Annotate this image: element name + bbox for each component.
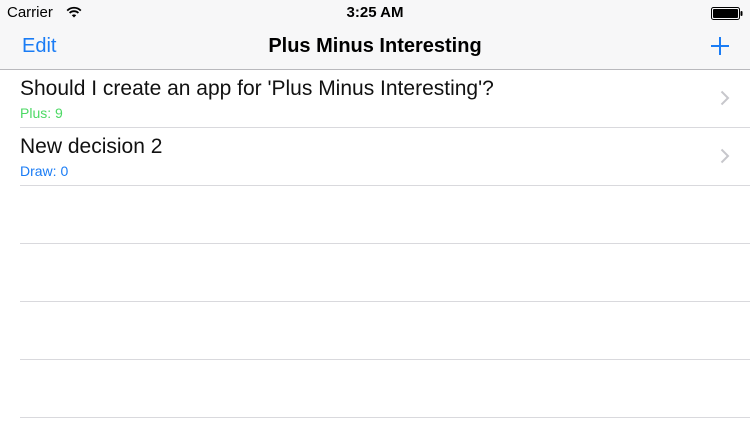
top-bar: Carrier 3:25 AM Edit Plus Minus Interest… bbox=[0, 0, 750, 70]
decision-row[interactable]: New decision 2 Draw: 0 bbox=[20, 128, 750, 186]
empty-row bbox=[20, 186, 750, 244]
status-bar: Carrier 3:25 AM bbox=[0, 0, 750, 28]
nav-title: Plus Minus Interesting bbox=[268, 35, 482, 57]
navigation-bar: Edit Plus Minus Interesting bbox=[0, 28, 750, 69]
decision-status: Plus: 9 bbox=[20, 105, 63, 121]
app-screen: Carrier 3:25 AM Edit Plus Minus Interest… bbox=[0, 0, 750, 423]
decision-title: Should I create an app for 'Plus Minus I… bbox=[20, 77, 494, 100]
plus-icon[interactable] bbox=[708, 34, 732, 58]
decision-list: Should I create an app for 'Plus Minus I… bbox=[0, 70, 750, 418]
chevron-right-icon bbox=[720, 148, 730, 164]
empty-row bbox=[20, 302, 750, 360]
decision-status: Draw: 0 bbox=[20, 163, 69, 179]
status-time: 3:25 AM bbox=[346, 4, 404, 21]
battery-icon bbox=[711, 7, 743, 20]
chevron-right-icon bbox=[720, 90, 730, 106]
empty-row bbox=[20, 360, 750, 418]
empty-row bbox=[20, 244, 750, 302]
edit-button[interactable]: Edit bbox=[22, 35, 56, 58]
decision-title: New decision 2 bbox=[20, 135, 163, 158]
decision-row[interactable]: Should I create an app for 'Plus Minus I… bbox=[20, 70, 750, 128]
